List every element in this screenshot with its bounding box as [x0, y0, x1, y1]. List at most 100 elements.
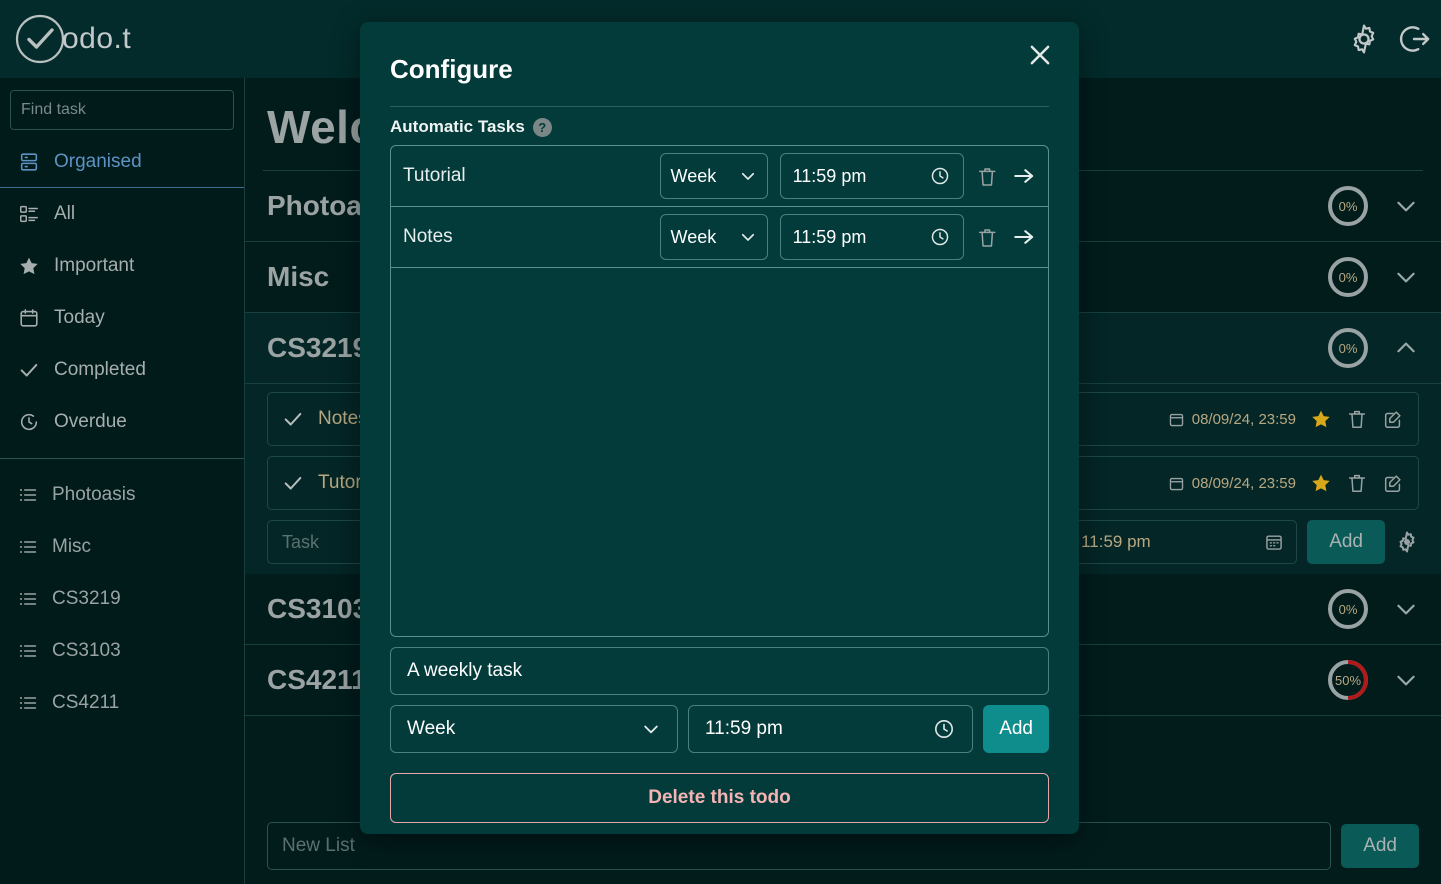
sidebar-nav: Organised All Important Today Completed …	[0, 130, 244, 448]
list-icon	[20, 489, 37, 501]
sidebar-list-cs3103[interactable]: CS3103	[0, 625, 244, 677]
sidebar-list-cs3219[interactable]: CS3219	[0, 573, 244, 625]
add-auto-task-button[interactable]: Add	[983, 705, 1049, 753]
group-actions: 0%	[1325, 183, 1419, 229]
sidebar-item-today[interactable]: Today	[0, 292, 244, 344]
chevron-down-icon[interactable]	[1393, 193, 1419, 219]
check-circle-icon	[15, 14, 65, 64]
add-list-button[interactable]: Add	[1341, 824, 1419, 868]
new-auto-task-input[interactable]	[407, 660, 1032, 682]
automatic-tasks-box: Tutorial Week 11:59 pm Notes Week 11:59 …	[390, 145, 1049, 637]
check-icon[interactable]	[282, 408, 304, 430]
chevron-down-icon	[741, 233, 754, 241]
chevron-up-icon[interactable]	[1393, 335, 1419, 361]
trash-icon[interactable]	[1346, 472, 1368, 494]
chevron-down-icon[interactable]	[1393, 596, 1419, 622]
calendar-picker-icon[interactable]	[1264, 532, 1284, 552]
group-actions: 50%	[1325, 657, 1419, 703]
progress-label: 50%	[1334, 672, 1362, 688]
sidebar: Organised All Important	[0, 78, 245, 884]
search-box[interactable]	[10, 90, 238, 130]
group-title: Misc	[267, 261, 330, 292]
close-icon[interactable]	[1025, 40, 1055, 70]
edit-icon[interactable]	[1382, 408, 1404, 430]
add-task-button[interactable]: Add	[1307, 520, 1385, 564]
list-icon	[20, 645, 37, 657]
sidebar-item-completed[interactable]: Completed	[0, 344, 244, 396]
help-icon[interactable]: ?	[532, 117, 552, 137]
time-value: 11:59 pm	[792, 165, 867, 186]
clock-history-icon	[20, 413, 38, 431]
trash-icon[interactable]	[976, 165, 999, 188]
modal-title: Configure	[390, 53, 513, 84]
sidebar-list-misc[interactable]: Misc	[0, 521, 244, 573]
time-input[interactable]: 11:59 pm	[779, 153, 965, 199]
brand-name: odo.t	[62, 22, 132, 55]
chevron-down-icon	[644, 725, 658, 734]
calendar-icon	[1169, 477, 1183, 490]
sidebar-divider	[0, 458, 244, 459]
task-meta: 08/09/24, 23:59	[1168, 408, 1404, 430]
sidebar-list-label: CS4211	[52, 692, 120, 713]
chevron-down-icon[interactable]	[1393, 667, 1419, 693]
auto-task-name: Notes	[403, 226, 453, 247]
chevron-down-icon[interactable]	[1393, 264, 1419, 290]
frequency-select[interactable]: Week	[659, 214, 768, 260]
sidebar-item-label: Overdue	[54, 411, 127, 432]
progress-label: 0%	[1338, 601, 1358, 617]
group-actions: 0%	[1325, 325, 1419, 371]
new-time-value: 11:59 pm	[705, 718, 783, 739]
star-icon[interactable]	[1310, 472, 1332, 494]
list-detail-icon	[20, 205, 38, 223]
task-meta: 08/09/24, 23:59	[1168, 472, 1404, 494]
progress-label: 0%	[1338, 340, 1358, 356]
group-actions: 0%	[1325, 586, 1419, 632]
logout-icon[interactable]	[1397, 22, 1431, 56]
sidebar-item-all[interactable]: All	[0, 188, 244, 240]
trash-icon[interactable]	[1346, 408, 1368, 430]
frequency-value: Week	[670, 226, 717, 247]
section-label-text: Automatic Tasks	[390, 117, 525, 136]
clock-icon[interactable]	[929, 165, 951, 187]
check-icon[interactable]	[282, 472, 304, 494]
arrow-right-icon[interactable]	[1011, 163, 1036, 189]
edit-icon[interactable]	[1382, 472, 1404, 494]
task-date-text: 08/09/24, 23:59	[1191, 410, 1296, 428]
search-input[interactable]	[11, 101, 238, 119]
organised-icon	[20, 152, 38, 171]
clock-icon[interactable]	[932, 717, 956, 741]
frequency-value: Week	[670, 165, 717, 186]
task-date-text: 08/09/24, 23:59	[1191, 474, 1296, 492]
gear-icon[interactable]	[1347, 22, 1381, 56]
new-auto-task-input-wrap[interactable]	[390, 647, 1049, 695]
sidebar-item-organised[interactable]: Organised	[0, 136, 244, 188]
list-icon	[20, 541, 37, 553]
sidebar-item-important[interactable]: Important	[0, 240, 244, 292]
sidebar-list-cs4211[interactable]: CS4211	[0, 677, 244, 729]
trash-icon[interactable]	[976, 226, 999, 249]
arrow-right-icon[interactable]	[1011, 224, 1036, 250]
sidebar-item-overdue[interactable]: Overdue	[0, 396, 244, 448]
new-time-input[interactable]: 11:59 pm	[688, 705, 974, 753]
progress-ring: 0%	[1325, 254, 1371, 300]
sidebar-item-label: Organised	[54, 150, 142, 172]
gear-icon[interactable]	[1395, 530, 1419, 554]
task-date: 08/09/24, 23:59	[1168, 475, 1296, 492]
new-frequency-value: Week	[407, 718, 456, 739]
app-root: odo.t Find task Organised All Important …	[0, 0, 1441, 884]
new-frequency-select[interactable]: Week	[390, 705, 678, 753]
delete-todo-button[interactable]: Delete this todo	[390, 773, 1049, 823]
frequency-select[interactable]: Week	[659, 153, 768, 199]
clock-icon[interactable]	[929, 226, 951, 248]
sidebar-list-photoasis[interactable]: Photoasis	[0, 469, 244, 521]
sidebar-list-label: CS3219	[52, 588, 121, 609]
progress-label: 0%	[1338, 198, 1358, 214]
modal-header: Configure	[390, 22, 1050, 100]
sidebar-list-label: Misc	[52, 536, 92, 557]
search-wrapper	[0, 78, 244, 130]
group-title: CS4211	[267, 664, 367, 695]
star-icon[interactable]	[1310, 408, 1332, 430]
auto-task-name: Tutorial	[403, 165, 466, 186]
list-item: Notes Week 11:59 pm	[391, 207, 1048, 268]
time-input[interactable]: 11:59 pm	[779, 214, 965, 260]
